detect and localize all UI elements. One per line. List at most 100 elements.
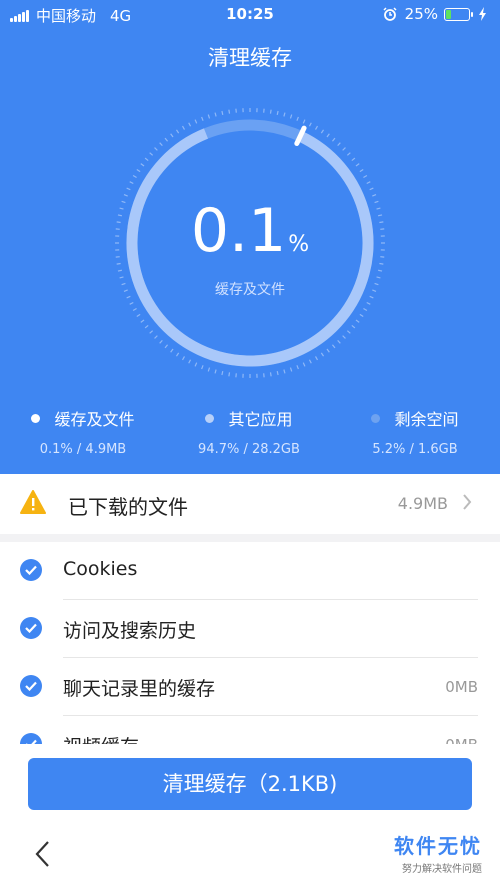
gauge-tick bbox=[283, 369, 286, 374]
gauge-tick bbox=[296, 116, 299, 121]
gauge-tick bbox=[175, 129, 180, 134]
gauge-tick bbox=[228, 372, 231, 377]
list-item-label: 聊天记录里的缓存 bbox=[63, 678, 216, 700]
downloaded-files-label: 已下载的文件 bbox=[68, 495, 188, 519]
legend-cache: 缓存及文件 0.1% / 4.9MB bbox=[0, 406, 166, 457]
gauge-tick bbox=[342, 335, 346, 339]
gauge-tick bbox=[369, 187, 374, 191]
downloaded-files-size: 4.9MB bbox=[397, 494, 448, 513]
gauge-tick bbox=[351, 157, 356, 162]
gauge-tick bbox=[140, 319, 145, 323]
gauge-tick bbox=[320, 129, 325, 134]
gauge-tick bbox=[308, 122, 312, 127]
legend-name: 剩余空间 bbox=[394, 410, 459, 429]
gauge-tick bbox=[366, 181, 371, 185]
gauge-tick bbox=[170, 348, 174, 353]
alarm-icon bbox=[383, 7, 397, 21]
checkbox-checked-icon[interactable] bbox=[20, 733, 42, 744]
gauge-tick bbox=[331, 344, 336, 349]
gauge-tick bbox=[159, 142, 163, 147]
gauge-tick bbox=[366, 301, 371, 305]
gauge-tick bbox=[337, 339, 341, 344]
gauge-tick bbox=[136, 168, 141, 173]
list-item-cookies[interactable]: Cookies bbox=[0, 542, 500, 600]
gauge-tick bbox=[296, 365, 299, 370]
usage-value: 0.1 bbox=[190, 196, 287, 266]
gauge-tick bbox=[289, 114, 293, 119]
gauge-tick bbox=[351, 324, 356, 329]
list-item-size: 0MB bbox=[445, 678, 478, 696]
gauge-tick bbox=[376, 276, 381, 279]
gauge-tick bbox=[201, 116, 204, 121]
gauge-tick bbox=[289, 367, 293, 372]
gauge-tick bbox=[149, 152, 154, 156]
list-item-history[interactable]: 访问及搜索历史 bbox=[0, 600, 500, 658]
watermark-subtitle: 努力解决软件问题 bbox=[402, 864, 482, 875]
gauge-tick bbox=[188, 122, 192, 127]
gauge-tick bbox=[269, 372, 272, 377]
gauge-tick bbox=[276, 371, 279, 376]
gauge-tick bbox=[126, 187, 131, 191]
gauge-tick bbox=[326, 348, 330, 353]
battery-icon bbox=[444, 7, 473, 21]
gauge-tick bbox=[164, 137, 169, 142]
legend-value: 94.7% / 28.2GB bbox=[198, 442, 300, 457]
gauge-tick bbox=[117, 269, 122, 272]
gauge-tick bbox=[214, 369, 217, 374]
gauge-tick bbox=[129, 181, 134, 185]
gauge-tick bbox=[144, 157, 149, 162]
list-item-size: 0MB bbox=[445, 736, 478, 744]
gauge-tick bbox=[159, 339, 163, 344]
gauge-tick bbox=[363, 307, 368, 312]
gauge-tick bbox=[308, 359, 312, 364]
usage-label: 缓存及文件 bbox=[215, 282, 285, 298]
gauge-tick bbox=[132, 174, 137, 179]
gauge-tick bbox=[194, 119, 198, 124]
battery-percent: 25% bbox=[404, 5, 438, 23]
legend-dot bbox=[31, 413, 41, 423]
checkbox-checked-icon[interactable] bbox=[20, 675, 42, 697]
checkbox-checked-icon[interactable] bbox=[20, 617, 42, 639]
list-item-label: 视频缓存 bbox=[63, 732, 139, 744]
gauge-tick bbox=[320, 352, 325, 357]
gauge-tick bbox=[207, 367, 211, 372]
back-arrow-icon[interactable] bbox=[34, 840, 50, 868]
gauge-tick bbox=[283, 112, 286, 117]
legend-value: 0.1% / 4.9MB bbox=[39, 442, 127, 457]
gauge-tick bbox=[221, 110, 224, 115]
chevron-right-icon bbox=[463, 494, 472, 510]
warning-icon bbox=[20, 490, 46, 514]
clean-cache-button[interactable]: 清理缓存（2.1KB) bbox=[28, 758, 472, 810]
gauge-tick bbox=[337, 142, 341, 147]
header-panel: 中国移动 4G 10:25 25% 清理缓存 0.1% 缓存及文件 缓存及文件 … bbox=[0, 0, 500, 474]
gauge-tick bbox=[164, 344, 169, 349]
legend-name: 其它应用 bbox=[228, 410, 293, 429]
watermark-title: 软件无忧 bbox=[394, 834, 482, 858]
gauge-tick bbox=[119, 276, 124, 279]
usage-percentage: 0.1% bbox=[0, 196, 500, 266]
gauge-tick bbox=[228, 109, 231, 114]
gauge-tick bbox=[378, 269, 383, 272]
legend-dot bbox=[205, 413, 215, 423]
gauge-tick bbox=[314, 356, 319, 361]
charging-bolt-icon bbox=[479, 7, 486, 21]
legend-name: 缓存及文件 bbox=[54, 410, 135, 429]
list-item-chat-cache[interactable]: 聊天记录里的缓存 0MB bbox=[0, 658, 500, 716]
gauge-tick bbox=[355, 163, 360, 167]
gauge-tick bbox=[136, 313, 141, 318]
gauge-tick bbox=[170, 133, 174, 138]
checkbox-checked-icon[interactable] bbox=[20, 559, 42, 581]
gauge-tick bbox=[129, 301, 134, 305]
gauge-tick bbox=[355, 319, 360, 323]
legend-dot bbox=[371, 413, 381, 423]
list-item-video-cache[interactable]: 视频缓存 0MB bbox=[0, 716, 500, 744]
gauge-tick bbox=[181, 125, 186, 130]
downloaded-files-row[interactable]: 已下载的文件 4.9MB bbox=[0, 474, 500, 534]
gauge-tick bbox=[181, 356, 186, 361]
gauge-tick bbox=[314, 125, 319, 130]
gauge-tick bbox=[302, 119, 306, 124]
gauge-tick bbox=[140, 163, 145, 167]
gauge-tick bbox=[346, 152, 351, 156]
gauge-tick bbox=[149, 330, 154, 334]
gauge-tick bbox=[194, 362, 198, 367]
